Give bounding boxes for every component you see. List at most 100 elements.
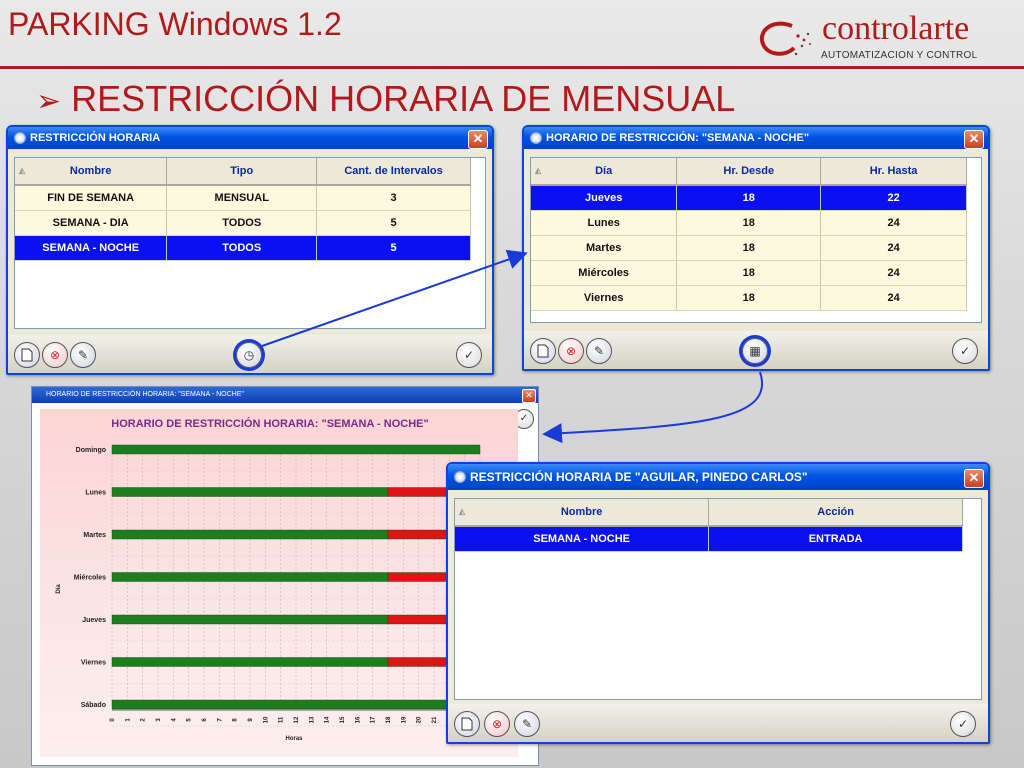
new-document-icon: [21, 348, 33, 362]
x-tick-label: 19: [401, 716, 407, 723]
window-app-icon: [530, 132, 542, 144]
schedule-detail-window: HORARIO DE RESTRICCIÓN: "SEMANA - NOCHE"…: [522, 125, 990, 371]
sort-icon: ◭: [535, 166, 542, 175]
bar-permitido: [111, 657, 389, 667]
new-button[interactable]: [530, 338, 556, 364]
close-button[interactable]: ✕: [468, 130, 488, 149]
y-tick-label: Martes: [83, 532, 106, 539]
close-button[interactable]: ✕: [964, 130, 984, 149]
table-row[interactable]: FIN DE SEMANA MENSUAL 3: [15, 185, 471, 211]
column-header-nombre[interactable]: ◭ Nombre: [15, 158, 168, 186]
table-row[interactable]: Lunes 18 24: [531, 210, 967, 236]
table-row[interactable]: Viernes 18 24: [531, 285, 967, 311]
delete-icon: ⊗: [49, 348, 61, 362]
bar-permitido: [111, 487, 389, 497]
bar-permitido: [111, 444, 481, 455]
edit-button[interactable]: ✎: [514, 711, 540, 737]
logo-swirl-icon: [760, 21, 811, 56]
bar-permitido: [111, 614, 389, 625]
window-titlebar[interactable]: RESTRICCIÓN HORARIA DE "AGUILAR, PINEDO …: [448, 464, 988, 490]
table-row[interactable]: Jueves 18 22: [531, 185, 967, 211]
table-cell: 18: [676, 260, 822, 286]
table-cell: FIN DE SEMANA: [15, 185, 168, 211]
column-header-hasta[interactable]: Hr. Hasta: [820, 158, 967, 186]
user-restriction-table: ◭ Nombre Acción SEMANA - NOCHE ENTRADA: [455, 499, 963, 552]
window-app-icon: [14, 132, 26, 144]
x-tick-label: 17: [371, 716, 377, 723]
delete-button[interactable]: ⊗: [42, 342, 68, 368]
new-button[interactable]: [454, 711, 480, 737]
table-row[interactable]: SEMANA - NOCHE ENTRADA: [455, 526, 963, 552]
section-heading-text: RESTRICCIÓN HORARIA DE MENSUAL: [71, 78, 736, 119]
x-tick-label: 16: [355, 716, 361, 723]
x-tick-label: 0: [110, 718, 116, 722]
table-row[interactable]: Martes 18 24: [531, 235, 967, 261]
column-header-accion[interactable]: Acción: [708, 499, 963, 527]
accept-icon: ✓: [463, 348, 475, 362]
x-tick-label: 4: [171, 718, 177, 722]
restriction-grid: ◭ Nombre Tipo Cant. de Intervalos FIN DE …: [14, 157, 486, 329]
chart-button[interactable]: ▦: [742, 338, 768, 364]
bar-permitido: [111, 699, 481, 710]
user-restriction-window: RESTRICCIÓN HORARIA DE "AGUILAR, PINEDO …: [446, 462, 990, 744]
window-titlebar[interactable]: RESTRICCIÓN HORARIA: [8, 127, 492, 149]
chart-icon: ▦: [749, 344, 761, 358]
x-tick-label: 8: [233, 718, 239, 722]
table-cell: 5: [316, 210, 471, 236]
window-button-bar: ⊗ ✎ ▦ ✓: [524, 331, 988, 369]
delete-icon: ⊗: [565, 344, 577, 358]
new-button[interactable]: [14, 342, 40, 368]
schedule-button[interactable]: ◷: [236, 342, 262, 368]
x-tick-label: 11: [279, 716, 285, 723]
table-cell: 24: [820, 285, 967, 311]
edit-button[interactable]: ✎: [586, 338, 612, 364]
table-row[interactable]: SEMANA - NOCHE TODOS 5: [15, 235, 471, 261]
y-tick-label: Jueves: [82, 617, 106, 624]
delete-button[interactable]: ⊗: [558, 338, 584, 364]
restriction-table: ◭ Nombre Tipo Cant. de Intervalos FIN DE …: [15, 158, 471, 261]
table-row[interactable]: SEMANA - DIA TODOS 5: [15, 210, 471, 236]
column-header-nombre[interactable]: ◭ Nombre: [455, 499, 710, 527]
clock-icon: ◷: [243, 348, 255, 362]
accept-button[interactable]: ✓: [952, 338, 978, 364]
y-axis-label: Día: [56, 584, 62, 594]
close-button[interactable]: ✕: [522, 389, 536, 403]
table-cell: Jueves: [531, 185, 678, 211]
table-cell: 3: [316, 185, 471, 211]
edit-icon: ✎: [521, 717, 533, 731]
window-titlebar[interactable]: HORARIO DE RESTRICCIÓN: "SEMANA - NOCHE": [524, 127, 988, 149]
accept-button[interactable]: ✓: [456, 342, 482, 368]
x-tick-label: 12: [294, 716, 300, 723]
window-title: HORARIO DE RESTRICCIÓN: "SEMANA - NOCHE": [546, 132, 810, 144]
table-row[interactable]: Miércoles 18 24: [531, 260, 967, 286]
table-cell: SEMANA - NOCHE: [15, 235, 168, 261]
schedule-grid: ◭ Día Hr. Desde Hr. Hasta Jueves 18 22 Lunes…: [530, 157, 982, 323]
edit-button[interactable]: ✎: [70, 342, 96, 368]
x-tick-label: 9: [248, 718, 254, 722]
y-tick-label: Sábado: [81, 702, 106, 709]
table-cell: TODOS: [166, 235, 318, 261]
chart-window-titlebar[interactable]: HORARIO DE RESTRICCIÓN HORARIA: "SEMANA …: [32, 387, 538, 403]
column-header-intervalos[interactable]: Cant. de Intervalos: [316, 158, 471, 186]
window-title: RESTRICCIÓN HORARIA DE "AGUILAR, PINEDO …: [470, 470, 808, 484]
accept-icon: ✓: [959, 344, 971, 358]
x-tick-label: 18: [386, 716, 392, 723]
column-header-dia[interactable]: ◭ Día: [531, 158, 678, 186]
table-cell: 5: [316, 235, 471, 261]
edit-icon: ✎: [593, 344, 605, 358]
delete-button[interactable]: ⊗: [484, 711, 510, 737]
user-restriction-grid: ◭ Nombre Acción SEMANA - NOCHE ENTRADA: [454, 498, 982, 700]
column-header-desde[interactable]: Hr. Desde: [676, 158, 822, 186]
x-tick-label: 10: [263, 716, 269, 723]
table-cell: Lunes: [531, 210, 678, 236]
bar-permitido: [111, 572, 389, 582]
section-heading: ➢ RESTRICCIÓN HORARIA DE MENSUAL: [36, 78, 735, 120]
table-cell: Martes: [531, 235, 678, 261]
table-cell: 24: [820, 235, 967, 261]
x-tick-label: 13: [309, 716, 315, 723]
column-header-tipo[interactable]: Tipo: [166, 158, 318, 186]
accept-button[interactable]: ✓: [950, 711, 976, 737]
close-button[interactable]: ✕: [964, 469, 984, 488]
y-tick-label: Lunes: [85, 490, 106, 497]
delete-icon: ⊗: [491, 717, 503, 731]
